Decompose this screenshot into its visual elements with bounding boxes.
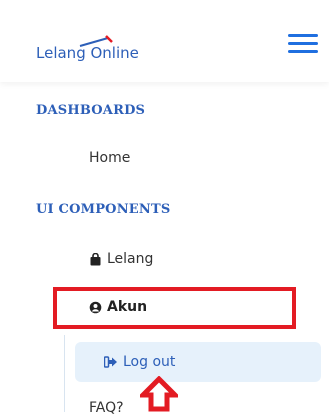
shopping-bag-icon (90, 252, 101, 265)
sidebar-item-label: Lelang (107, 251, 154, 267)
sidebar-item-faq[interactable]: FAQ? (89, 400, 124, 416)
highlight-box (53, 287, 296, 329)
sidebar-item-home[interactable]: Home (89, 150, 130, 166)
menu-toggle-button[interactable] (288, 34, 318, 56)
hamburger-line (288, 34, 318, 37)
hamburger-line (288, 42, 318, 45)
section-dashboards: DASHBOARDS (36, 103, 146, 118)
sidebar-item-lelang[interactable]: Lelang (89, 251, 153, 267)
sidebar-item-label: Log out (123, 354, 176, 370)
sign-out-icon (104, 356, 117, 368)
submenu-rail (64, 335, 65, 412)
top-header: Lelang Online (0, 0, 329, 82)
sidebar-item-logout[interactable]: Log out (104, 354, 175, 370)
section-ui-components: UI COMPONENTS (36, 202, 171, 217)
hamburger-line (288, 50, 318, 53)
brand-logo[interactable]: Lelang Online (36, 44, 139, 62)
arrow-up-annotation-icon (140, 376, 178, 412)
